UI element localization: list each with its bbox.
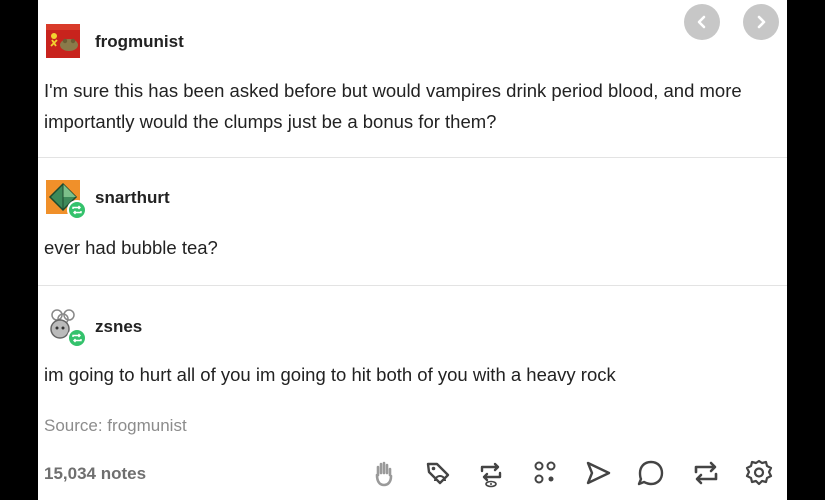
previous-button[interactable] (684, 4, 720, 40)
source-link[interactable]: Source: frogmunist (44, 416, 187, 436)
avatar[interactable] (46, 24, 80, 58)
post-text: im going to hurt all of you im going to … (44, 364, 616, 385)
hand-icon[interactable] (369, 458, 399, 488)
reblog-badge-icon (72, 205, 82, 215)
post-text: ever had bubble tea? (44, 237, 218, 258)
reblog-badge-icon (72, 333, 82, 343)
post-text: I'm sure this has been asked before but … (44, 80, 742, 132)
reblog-badge (67, 328, 87, 348)
post-card: frogmunist I'm sure this has been asked … (38, 0, 787, 500)
chevron-left-icon (697, 15, 706, 29)
post-username[interactable]: frogmunist (95, 32, 184, 52)
reply-icon[interactable] (636, 458, 666, 488)
chevron-right-icon (757, 15, 766, 29)
community-icon[interactable] (530, 458, 560, 488)
post-username[interactable]: zsnes (95, 317, 142, 337)
divider (38, 285, 787, 286)
notes-count[interactable]: 15,034 notes (44, 464, 146, 484)
reblog-badge (67, 200, 87, 220)
reblog-view-icon[interactable] (476, 458, 506, 488)
share-icon[interactable] (583, 458, 613, 488)
next-button[interactable] (743, 4, 779, 40)
settings-icon[interactable] (744, 458, 774, 488)
reblog-icon[interactable] (691, 458, 721, 488)
tag-icon[interactable] (423, 458, 453, 488)
post-username[interactable]: snarthurt (95, 188, 170, 208)
divider (38, 157, 787, 158)
